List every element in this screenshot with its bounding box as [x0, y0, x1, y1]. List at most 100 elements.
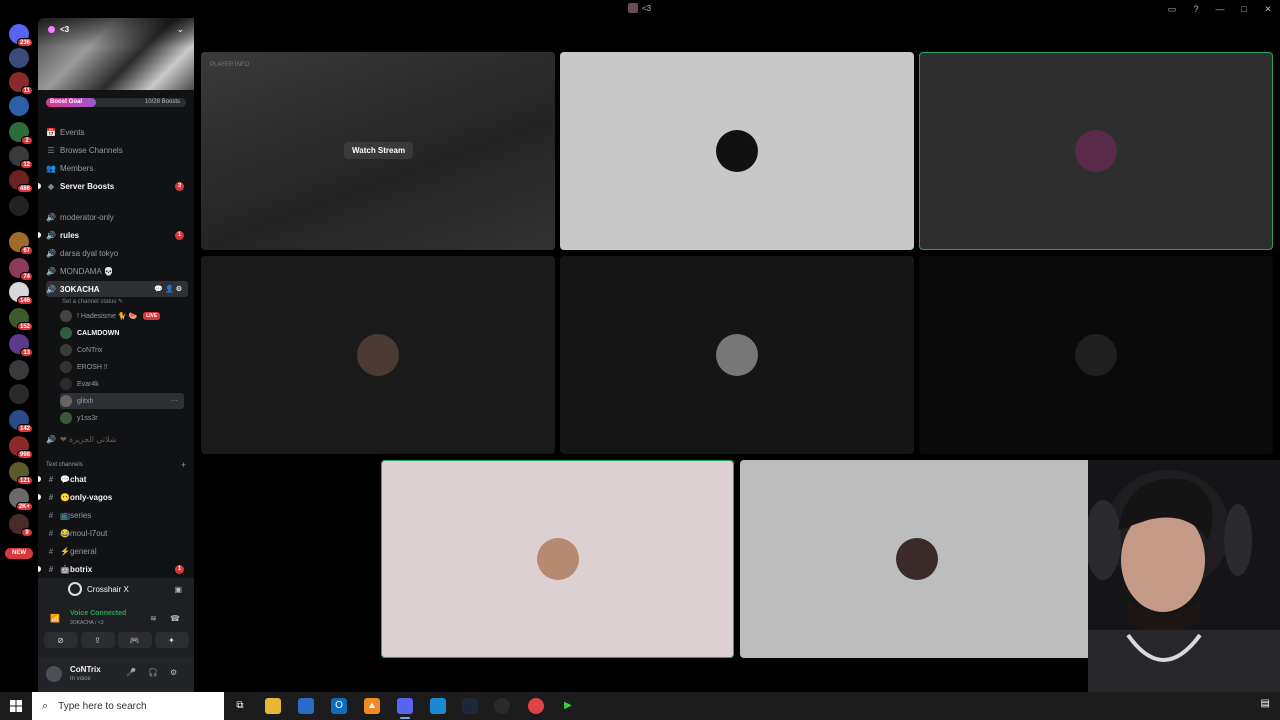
voice-channel-extra[interactable]: 🔊 ❤ شلاتي الجزيرة [46, 431, 188, 447]
voice-channel[interactable]: 🔊 darsa dyal tokyo [46, 245, 188, 261]
inbox-icon[interactable]: ▭ [1160, 0, 1184, 18]
nav-item-server-boosts[interactable]: ◆ Server Boosts 3 [38, 178, 188, 194]
screen-share-button[interactable]: ⇪ [80, 632, 115, 648]
nav-item-members[interactable]: 👥 Members [46, 160, 188, 176]
voice-user[interactable]: EROSH !! [60, 359, 184, 375]
notification-icon[interactable]: ▤ [1261, 698, 1270, 709]
voice-channel-active[interactable]: 🔊 3OKACHA 💬👤⚙ [46, 281, 188, 297]
unread-badge: 1 [175, 230, 184, 240]
participant-tile[interactable] [201, 256, 555, 454]
obs-icon[interactable] [494, 698, 510, 714]
store-icon[interactable] [298, 698, 314, 714]
steam-icon[interactable] [462, 698, 478, 714]
discord-icon[interactable] [397, 698, 413, 719]
boost-goal-bar[interactable]: Boost Goal 10/28 Boosts [46, 98, 186, 107]
nav-item-events[interactable]: 📅 Events [46, 124, 188, 140]
voice-user[interactable]: ! Hadesisme 🐈 🍉 LIVE [60, 308, 184, 324]
edge-icon[interactable] [430, 698, 446, 714]
text-channels-category[interactable]: Text channels [46, 462, 83, 468]
text-channel[interactable]: # 😶only-vagos [38, 489, 188, 505]
windows-taskbar: ⌕ Type here to search ⧉ O ▲ ▶ ▤ [0, 692, 1280, 720]
chevron-down-icon[interactable]: ⌄ [176, 24, 184, 35]
watch-stream-button[interactable]: Watch Stream [344, 142, 414, 159]
vlc-icon[interactable]: ▲ [364, 698, 380, 714]
outlook-icon[interactable]: O [331, 698, 347, 714]
server-icon-active[interactable]: 146 [9, 282, 33, 305]
game-icon[interactable]: ▶ [560, 698, 576, 714]
voice-user[interactable]: Evar4k [60, 376, 184, 392]
close-button[interactable]: ✕ [1256, 0, 1280, 18]
voice-user[interactable]: CALMDOWN [60, 325, 184, 341]
soundboard-button[interactable]: ✦ [154, 632, 189, 648]
voice-channel[interactable]: 🔊 moderator-only [46, 209, 188, 225]
user-avatar[interactable] [46, 666, 62, 682]
user-name[interactable]: CoNTrix [70, 665, 101, 674]
disconnect-icon[interactable]: ☎ [170, 614, 180, 623]
signal-icon[interactable]: 📶 [50, 614, 60, 623]
activity-row[interactable]: Crosshair X ▣ [38, 578, 194, 600]
server-icon[interactable] [9, 360, 29, 380]
server-icon[interactable]: 121 [9, 462, 33, 485]
microphone-icon[interactable]: 🎤 [126, 668, 136, 677]
camera-off-button[interactable]: ⊘ [43, 632, 78, 648]
server-icon[interactable]: 998 [9, 436, 33, 459]
more-options-icon[interactable]: ⋯ [171, 397, 178, 405]
headphones-icon[interactable]: 🎧 [148, 668, 158, 677]
nav-item-browse-channels[interactable]: ☰ Browse Channels [46, 142, 188, 158]
settings-gear-icon[interactable]: ⚙ [170, 668, 177, 677]
server-icon[interactable]: 74 [9, 258, 33, 281]
text-channel[interactable]: # ⚡general [46, 543, 188, 559]
participant-tile[interactable] [560, 256, 914, 454]
participant-tile[interactable] [740, 460, 1093, 658]
maximize-button[interactable]: □ [1232, 0, 1256, 18]
server-icon[interactable]: 11 [9, 72, 33, 95]
voice-channel[interactable]: 🔊 rules 1 [38, 227, 188, 243]
server-icon[interactable]: 142 [9, 410, 33, 433]
channel-tools[interactable]: 💬👤⚙ [154, 285, 184, 293]
add-channel-icon[interactable]: + [181, 460, 186, 470]
noise-suppression-icon[interactable]: ≋ [150, 614, 157, 623]
server-icon[interactable]: 486 [9, 170, 33, 193]
participant-tile[interactable] [560, 52, 914, 250]
participant-tile-speaking[interactable] [919, 52, 1273, 250]
server-icon[interactable]: 67 [9, 232, 33, 255]
server-mini-icon [628, 3, 638, 13]
participant-tile-speaking[interactable] [381, 460, 734, 658]
server-icon[interactable]: 2 [9, 122, 33, 145]
voice-status[interactable]: Voice Connected [70, 610, 126, 617]
activities-button[interactable]: 🎮 [117, 632, 152, 648]
channel-status[interactable]: Set a channel status ✎ [62, 298, 123, 305]
server-icon[interactable] [9, 384, 29, 404]
participant-tile[interactable] [919, 256, 1273, 454]
text-channel[interactable]: # 🤖botrix 1 [38, 561, 188, 577]
task-view-icon[interactable]: ⧉ [232, 698, 248, 714]
discord-window: <3 ▭ ? — □ ✕ 236 11 2 12 486 67 74 146 1… [0, 0, 1280, 692]
voice-channel[interactable]: 🔊 MONDAMA 💀 [46, 263, 188, 279]
server-rail: 236 11 2 12 486 67 74 146 152 13 142 998… [0, 18, 38, 692]
server-icon[interactable]: 9 [9, 514, 33, 537]
chrome-icon[interactable] [528, 698, 544, 714]
home-icon[interactable]: 236 [9, 24, 33, 47]
streamer-silhouette [1085, 460, 1280, 692]
server-icon[interactable] [9, 48, 29, 68]
voice-user[interactable]: CoNTrix [60, 342, 184, 358]
text-channel[interactable]: # 📺series [46, 507, 188, 523]
text-channel[interactable]: # 😂moul-l7out [46, 525, 188, 541]
server-icon[interactable] [9, 196, 29, 216]
server-icon[interactable]: 12 [9, 146, 33, 169]
help-icon[interactable]: ? [1184, 0, 1208, 18]
voice-user[interactable]: y1ss3r [60, 410, 184, 426]
screen-icon[interactable]: ▣ [174, 585, 182, 594]
server-icon[interactable]: 13 [9, 334, 33, 357]
text-channel[interactable]: # 💬chat [38, 471, 188, 487]
windows-start-icon[interactable] [0, 692, 32, 720]
minimize-button[interactable]: — [1208, 0, 1232, 18]
server-icon[interactable]: 152 [9, 308, 33, 331]
file-explorer-icon[interactable] [265, 698, 281, 714]
server-name-header[interactable]: <3 [48, 25, 69, 34]
search-placeholder: Type here to search [58, 700, 147, 712]
voice-user[interactable]: glitxh ⋯ [60, 393, 184, 409]
server-icon[interactable] [9, 96, 29, 116]
server-icon[interactable]: 2K+ [9, 488, 33, 511]
taskbar-search[interactable]: ⌕ Type here to search [32, 692, 224, 720]
